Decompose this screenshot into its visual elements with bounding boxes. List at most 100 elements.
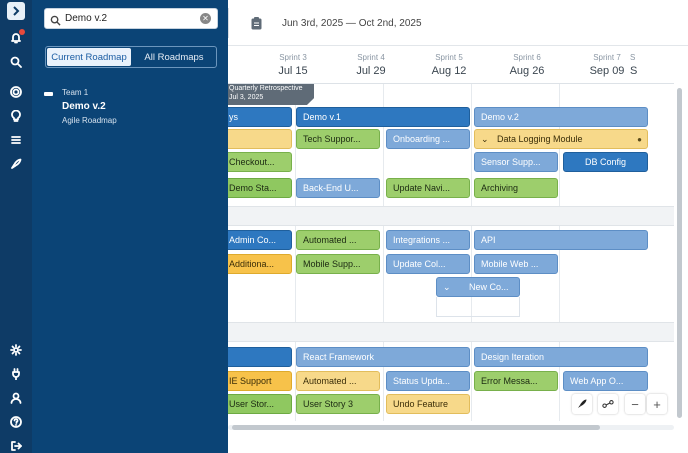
scrollbar-thumb[interactable] [232, 425, 600, 430]
epic-card[interactable]: ys [228, 107, 292, 127]
feature-card[interactable]: Tech Suppor... [296, 129, 380, 149]
zoom-out-button[interactable]: − [625, 394, 645, 414]
rocket-icon[interactable] [8, 156, 24, 172]
card-label: Demo v.2 [481, 112, 519, 122]
target-icon[interactable] [8, 84, 24, 100]
app-root: ✕ Current Roadmap All Roadmaps Team 1 De… [0, 0, 688, 453]
epic-card[interactable]: React Framework [296, 347, 470, 367]
sprint-header: Sprint 3 Jul 15 Sprint 4 Jul 29 Sprint 5 Au… [228, 46, 674, 84]
sprint-label: Sprint 4 [357, 53, 385, 62]
card-label: Status Upda... [393, 376, 451, 386]
sprint-date: Jul 29 [356, 65, 386, 77]
gear-icon[interactable] [8, 342, 24, 358]
feature-card[interactable]: ⌄ Data Logging Module ● [474, 129, 648, 149]
help-icon[interactable] [8, 414, 24, 430]
feature-card[interactable]: Admin Co... [228, 230, 292, 250]
card-label: New Co... [469, 282, 509, 292]
sprint-column-header: Sprint 3 Jul 15 [253, 53, 333, 77]
feature-card[interactable]: Mobile Supp... [296, 254, 380, 274]
chevron-down-icon[interactable]: ⌄ [443, 278, 451, 296]
lightbulb-icon[interactable] [8, 108, 24, 124]
feature-card[interactable]: Status Upda... [386, 371, 470, 391]
feature-card[interactable]: User Story 3 [296, 394, 380, 414]
epic-card[interactable]: Demo v.2 [474, 107, 648, 127]
sprint-column-header: Sprint 6 Aug 26 [487, 53, 567, 77]
tab-all-roadmaps[interactable]: All Roadmaps [132, 47, 216, 67]
bell-icon[interactable] [8, 29, 25, 46]
feature-card[interactable]: Web App O... [563, 371, 648, 391]
feature-card[interactable]: API [474, 230, 648, 250]
feature-card[interactable]: Automated ... [296, 230, 380, 250]
feature-card[interactable]: Additiona... [228, 254, 292, 274]
rocket-tool-button[interactable] [572, 394, 592, 414]
dependency-tool-button[interactable] [598, 394, 618, 414]
feature-card[interactable]: Demo Sta... [228, 178, 292, 198]
epic-card[interactable]: Design Iteration [474, 347, 648, 367]
date-range[interactable]: Jun 3rd, 2025 — Oct 2nd, 2025 [282, 18, 422, 29]
sprint-date: Jul 15 [278, 65, 308, 77]
feature-card[interactable]: Update Navi... [386, 178, 470, 198]
feature-card[interactable]: DB Config [563, 152, 648, 172]
zoom-in-button[interactable]: + [647, 394, 667, 414]
sprint-label: Sprint 5 [435, 53, 463, 62]
feature-card[interactable]: Undo Feature [386, 394, 470, 414]
roadmap-main: Jun 3rd, 2025 — Oct 2nd, 2025 Sprint 3 Ju… [228, 0, 688, 453]
feature-card[interactable]: Automated ... [296, 371, 380, 391]
search-icon[interactable] [8, 54, 24, 70]
list-icon[interactable] [8, 132, 24, 148]
card-label: Demo v.1 [303, 112, 341, 122]
card-label: DB Config [584, 157, 627, 167]
feature-card[interactable] [228, 129, 292, 149]
chevron-down-icon[interactable]: ⌄ [481, 130, 489, 148]
feature-card[interactable]: Update Col... [386, 254, 470, 274]
card-label: React Framework [303, 352, 375, 362]
card-label: User Story 3 [303, 399, 354, 409]
card-label: Data Logging Module [497, 134, 583, 144]
card-label: User Stor... [229, 399, 275, 409]
user-icon[interactable] [8, 390, 24, 406]
feature-card[interactable]: Onboarding ... [386, 129, 470, 149]
roadmap-grid: Quarterly Retrospective Jul 3, 2025 ys D… [228, 84, 674, 421]
feature-card[interactable]: User Stor... [228, 394, 292, 414]
clipboard-icon[interactable] [251, 17, 262, 30]
feature-card[interactable]: IE Support [228, 371, 292, 391]
tab-current-roadmap[interactable]: Current Roadmap [47, 48, 131, 66]
search-box: ✕ [44, 8, 218, 29]
card-label: Tech Suppor... [303, 134, 361, 144]
feature-card[interactable]: ⌄ New Co... [436, 277, 520, 297]
card-label: Web App O... [570, 376, 624, 386]
result-name[interactable]: Demo v.2 [62, 101, 106, 112]
logout-icon[interactable] [8, 438, 24, 453]
feature-card[interactable]: Mobile Web ... [474, 254, 558, 274]
clear-search-icon[interactable]: ✕ [200, 13, 211, 24]
comment-icon[interactable]: ● [637, 131, 642, 148]
swimlane-divider [228, 322, 674, 342]
sprint-label: Sprint 3 [279, 53, 307, 62]
feature-card[interactable]: Error Messa... [474, 371, 558, 391]
card-label: Mobile Supp... [303, 259, 361, 269]
vertical-scrollbar[interactable] [676, 84, 684, 421]
roadmap-scope-tabs: Current Roadmap All Roadmaps [45, 46, 217, 68]
grid-line [471, 84, 472, 421]
notification-dot [19, 29, 25, 35]
search-icon [50, 13, 62, 26]
horizontal-scrollbar[interactable] [228, 424, 674, 431]
scrollbar-thumb[interactable] [677, 88, 682, 418]
feature-card[interactable]: Archiving [474, 178, 558, 198]
epic-card[interactable]: Demo v.1 [296, 107, 470, 127]
rocket-icon [578, 399, 587, 408]
sprint-column-header: Sprint 4 Jul 29 [331, 53, 411, 77]
plug-icon[interactable] [8, 366, 24, 382]
search-input[interactable] [65, 11, 193, 26]
expand-icon[interactable] [7, 2, 25, 20]
feature-card[interactable]: Back-End U... [296, 178, 380, 198]
milestone-flag[interactable]: Quarterly Retrospective Jul 3, 2025 [228, 84, 314, 105]
sprint-label: Sprint 6 [513, 53, 541, 62]
card-label: Update Col... [393, 259, 446, 269]
epic-card[interactable] [228, 347, 292, 367]
sprint-date: Aug 12 [431, 65, 467, 77]
feature-card[interactable]: Integrations ... [386, 230, 470, 250]
feature-card[interactable]: Sensor Supp... [474, 152, 558, 172]
feature-card[interactable]: Checkout... [228, 152, 292, 172]
grid-line [383, 84, 384, 421]
